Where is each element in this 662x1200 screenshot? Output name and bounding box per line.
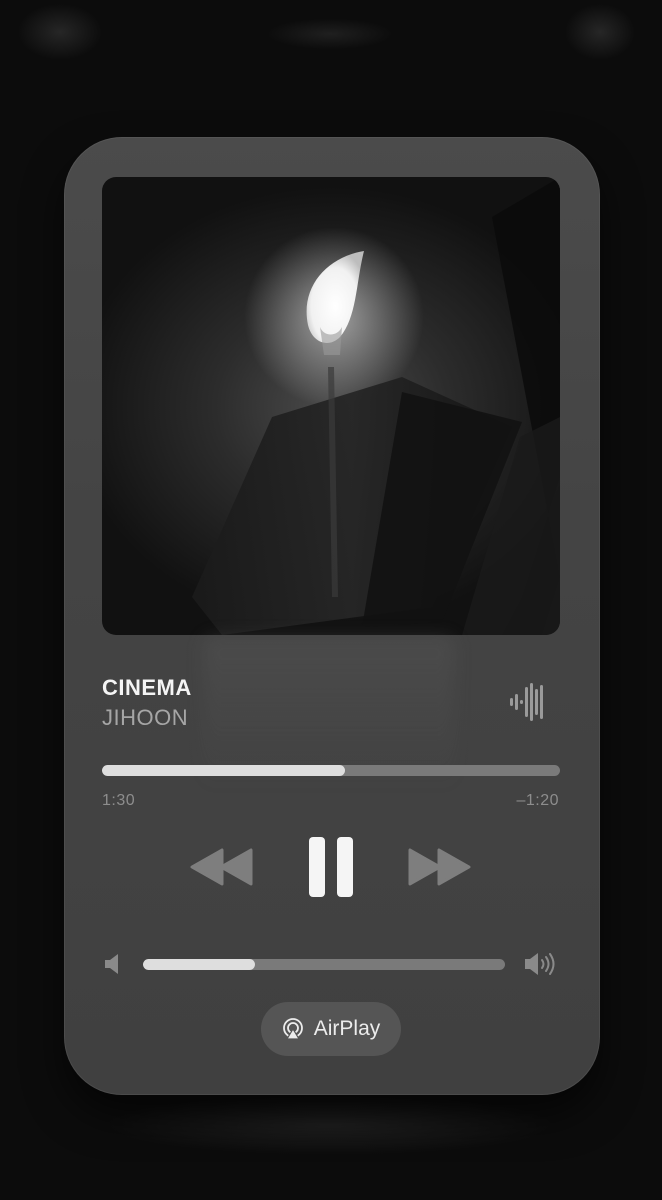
progress-bar[interactable]	[102, 765, 560, 776]
volume-slider[interactable]	[143, 959, 505, 970]
song-title: CINEMA	[102, 675, 192, 700]
rewind-icon	[190, 848, 253, 886]
speaker-low-icon	[104, 953, 120, 980]
speaker-high-icon	[524, 951, 558, 982]
waveform-icon[interactable]	[510, 683, 546, 726]
rewind-button[interactable]	[190, 848, 254, 891]
airplay-label: AirPlay	[313, 1017, 381, 1040]
fast-forward-button[interactable]	[408, 848, 472, 891]
fast-forward-icon	[408, 848, 471, 886]
airplay-button[interactable]: AirPlay	[261, 1002, 401, 1056]
time-elapsed: 1:30	[102, 792, 136, 809]
time-remaining: –1:20	[516, 792, 559, 809]
volume-fill	[143, 959, 256, 970]
pause-button[interactable]	[308, 837, 354, 902]
song-artist: JIHOON	[102, 705, 189, 730]
candle-artwork-image	[192, 177, 560, 635]
pause-icon	[309, 837, 353, 897]
now-playing-card: CINEMA JIHOON 1:30 –1:20 AirPlay	[64, 137, 600, 1095]
airplay-icon	[282, 1018, 303, 1040]
album-artwork	[102, 177, 560, 635]
progress-fill	[102, 765, 345, 776]
